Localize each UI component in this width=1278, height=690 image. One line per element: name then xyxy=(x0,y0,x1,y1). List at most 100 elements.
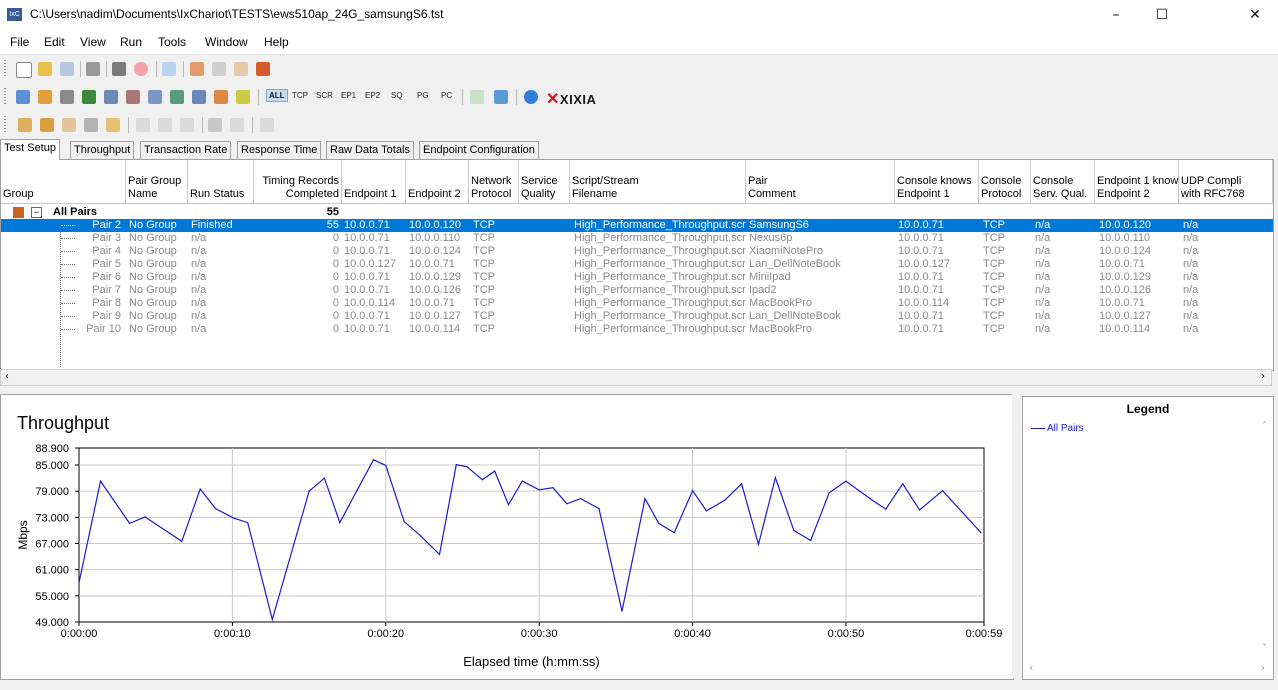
maximize-button[interactable]: ☐ xyxy=(1139,0,1185,30)
column-header-endpoint-1[interactable]: Endpoint 1 xyxy=(342,160,406,204)
filter-ep1-button[interactable]: EP1 xyxy=(341,91,356,100)
filter-all-button[interactable]: ALL xyxy=(266,89,288,102)
column-header-group[interactable]: Group xyxy=(1,160,126,204)
sort-icon[interactable] xyxy=(236,90,250,104)
column-header-pair-group-name[interactable]: Pair Group Name xyxy=(126,160,188,204)
table-row[interactable]: Pair 9 No Group n/a 0 10.0.0.71 10.0.0.127 TCP… xyxy=(1,310,1273,323)
options-icon[interactable] xyxy=(260,118,274,132)
menu-run[interactable]: Run xyxy=(120,35,142,49)
run-wizard-icon[interactable] xyxy=(18,118,32,132)
cell-run-status: n/a xyxy=(191,310,207,322)
export-icon[interactable] xyxy=(494,90,508,104)
grid-icon[interactable] xyxy=(208,118,222,132)
group-icon[interactable] xyxy=(126,90,140,104)
menu-help[interactable]: Help xyxy=(264,35,289,49)
run-icon[interactable] xyxy=(112,62,126,76)
stop-test-icon[interactable] xyxy=(62,118,76,132)
toolbar-grip[interactable] xyxy=(4,88,6,106)
tab-transaction-rate[interactable]: Transaction Rate xyxy=(140,141,232,159)
save-icon[interactable] xyxy=(60,62,74,76)
column-header-network-protocol[interactable]: Network Protocol xyxy=(469,160,519,204)
column-header-udp-compliance[interactable]: UDP Compli with RFC768 xyxy=(1179,160,1273,204)
table-row[interactable]: Pair 8 No Group n/a 0 10.0.0.114 10.0.0.71 TCP… xyxy=(1,297,1273,310)
merge-icon[interactable] xyxy=(158,118,172,132)
layout-icon[interactable] xyxy=(230,118,244,132)
refresh-icon[interactable] xyxy=(470,90,484,104)
table-row[interactable]: Pair 5 No Group n/a 0 10.0.0.127 10.0.0.71 TCP… xyxy=(1,258,1273,271)
add-pair-icon[interactable] xyxy=(16,90,30,104)
compare-icon[interactable] xyxy=(136,118,150,132)
grid-vertical-scrollbar[interactable] xyxy=(1262,205,1272,365)
legend-scroll-left-icon[interactable]: ‹ xyxy=(1029,661,1033,674)
collapse-toggle-icon[interactable]: − xyxy=(31,207,42,218)
filter-ep2-button[interactable]: EP2 xyxy=(365,91,380,100)
filter-sq-button[interactable]: SQ xyxy=(391,91,403,100)
tab-raw-data-totals[interactable]: Raw Data Totals xyxy=(326,141,414,159)
column-header-console-serv-qual[interactable]: Console Serv. Qual. xyxy=(1031,160,1095,204)
minimize-button[interactable]: – xyxy=(1093,0,1139,30)
column-header-console-knows-ep1[interactable]: Console knows Endpoint 1 xyxy=(895,160,979,204)
abandon-icon[interactable] xyxy=(84,118,98,132)
poll-icon[interactable] xyxy=(106,118,120,132)
menu-file[interactable]: File xyxy=(10,35,29,49)
legend-scroll-down-icon[interactable]: ˅ xyxy=(1262,643,1267,654)
menu-window[interactable]: Window xyxy=(205,35,248,49)
column-header-script-filename[interactable]: Script/Stream Filename xyxy=(570,160,746,204)
column-header-timing-records[interactable]: Timing Records Completed xyxy=(254,160,342,204)
cut-icon[interactable] xyxy=(190,62,204,76)
column-header-run-status[interactable]: Run Status xyxy=(188,160,254,204)
column-header-console-protocol[interactable]: Console Protocol xyxy=(979,160,1031,204)
stop-icon[interactable] xyxy=(134,62,148,76)
close-button[interactable]: ✕ xyxy=(1232,0,1278,30)
column-header-endpoint-2[interactable]: Endpoint 2 xyxy=(406,160,469,204)
column-header-pair-comment[interactable]: Pair Comment xyxy=(746,160,895,204)
run-test-icon[interactable] xyxy=(40,118,54,132)
legend-entry-all-pairs[interactable]: All Pairs xyxy=(1031,423,1084,434)
edit-pair-icon[interactable] xyxy=(60,90,74,104)
legend-scroll-right-icon[interactable]: › xyxy=(1261,661,1265,674)
tab-test-setup[interactable]: Test Setup xyxy=(0,139,60,160)
table-row[interactable]: Pair 6 No Group n/a 0 10.0.0.71 10.0.0.129 TCP… xyxy=(1,271,1273,284)
menu-tools[interactable]: Tools xyxy=(158,35,186,49)
split-icon[interactable] xyxy=(180,118,194,132)
new-file-icon[interactable] xyxy=(16,62,32,78)
filter-pg-button[interactable]: PG xyxy=(417,91,429,100)
script-icon[interactable] xyxy=(104,90,118,104)
toolbar-grip[interactable] xyxy=(4,60,6,78)
info-icon[interactable] xyxy=(524,90,538,104)
edit-icon[interactable] xyxy=(148,90,162,104)
toolbar-grip[interactable] xyxy=(4,116,6,134)
paste-icon[interactable] xyxy=(234,62,248,76)
open-folder-icon[interactable] xyxy=(38,62,52,76)
tab-endpoint-configuration[interactable]: Endpoint Configuration xyxy=(419,141,539,159)
column-header-ep1-knows-ep2[interactable]: Endpoint 1 knows Endpoint 2 xyxy=(1095,160,1184,204)
menu-view[interactable]: View xyxy=(80,35,106,49)
copy-icon[interactable] xyxy=(212,62,226,76)
tab-response-time[interactable]: Response Time xyxy=(237,141,322,159)
menu-edit[interactable]: Edit xyxy=(44,35,65,49)
table-row[interactable]: Pair 10 No Group n/a 0 10.0.0.71 10.0.0.114 TC… xyxy=(1,323,1273,336)
endpoint-icon[interactable] xyxy=(170,90,184,104)
column-header-service-quality[interactable]: Service Quality xyxy=(519,160,570,204)
filter-scr-button[interactable]: SCR xyxy=(316,91,333,100)
grid-horizontal-scrollbar[interactable]: ‹ › xyxy=(0,369,1272,386)
table-row[interactable]: Pair 4 No Group n/a 0 10.0.0.71 10.0.0.124 TCP… xyxy=(1,245,1273,258)
scroll-left-icon[interactable]: ‹ xyxy=(5,371,9,382)
table-row[interactable]: Pair 3 No Group n/a 0 10.0.0.71 10.0.0.110 TCP… xyxy=(1,232,1273,245)
print-icon[interactable] xyxy=(86,62,100,76)
mail-icon[interactable] xyxy=(162,62,176,76)
pane-splitter[interactable] xyxy=(1012,394,1022,678)
table-row[interactable]: Pair 2 No Group Finished 55 10.0.0.71 10.0.0.… xyxy=(1,219,1273,232)
tab-throughput[interactable]: Throughput xyxy=(70,141,135,159)
report-icon[interactable] xyxy=(214,90,228,104)
filter-tcp-button[interactable]: TCP xyxy=(292,91,308,100)
network-icon[interactable] xyxy=(82,90,96,104)
scroll-right-icon[interactable]: › xyxy=(1261,371,1265,382)
legend-scroll-up-icon[interactable]: ˄ xyxy=(1262,421,1267,432)
filter-pc-button[interactable]: PC xyxy=(441,91,452,100)
delete-icon[interactable] xyxy=(256,62,270,76)
group-row-all-pairs[interactable]: − All Pairs 55 xyxy=(1,206,1273,219)
chart-icon[interactable] xyxy=(192,90,206,104)
table-row[interactable]: Pair 7 No Group n/a 0 10.0.0.71 10.0.0.126 TCP… xyxy=(1,284,1273,297)
add-multicast-icon[interactable] xyxy=(38,90,52,104)
